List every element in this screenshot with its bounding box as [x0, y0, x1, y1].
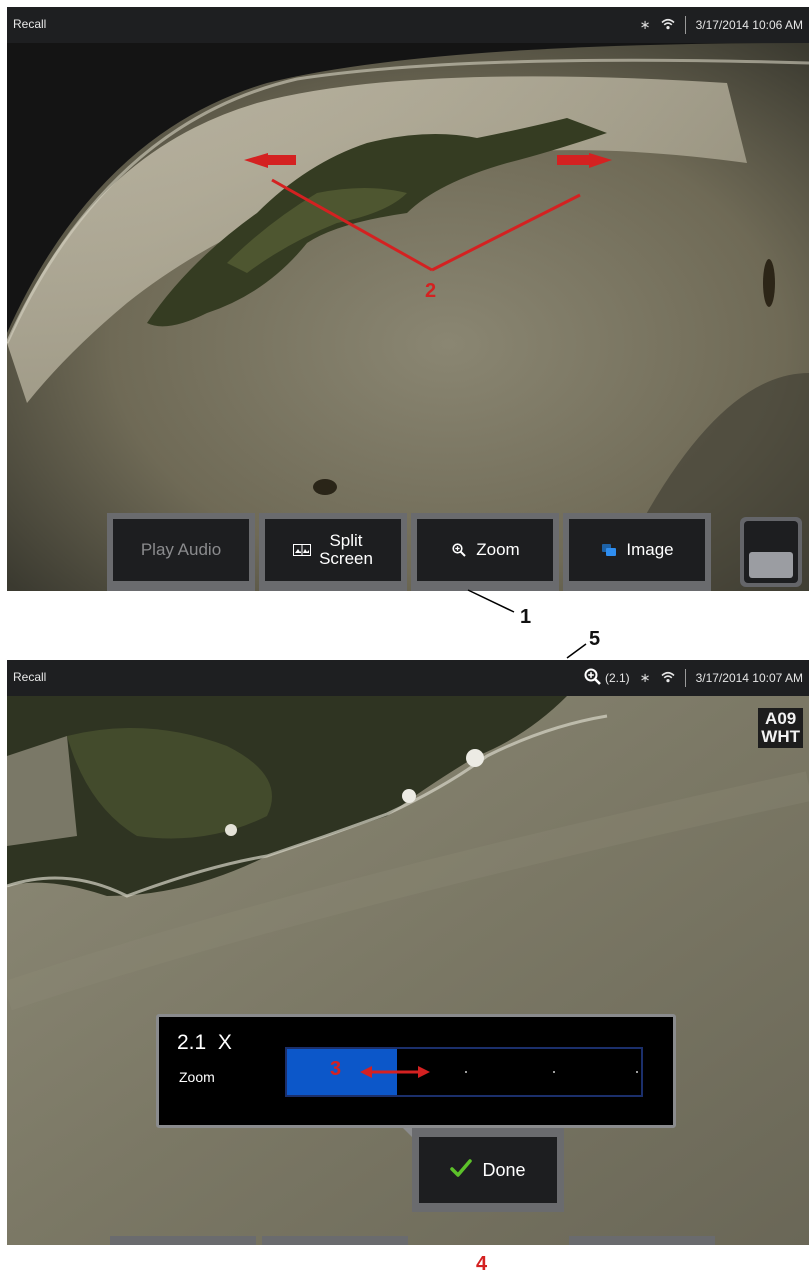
hidden-softkey: [569, 1236, 715, 1245]
toggle-button[interactable]: [740, 517, 802, 587]
checkmark-icon: [450, 1158, 473, 1182]
inspection-image: [7, 43, 809, 591]
zoom-button[interactable]: Zoom: [411, 513, 559, 591]
wifi-icon: [661, 18, 675, 33]
probe-tip-badge: A09 WHT: [758, 708, 803, 748]
mode-title: Recall: [13, 17, 47, 31]
image-button[interactable]: Image: [563, 513, 711, 591]
play-audio-button[interactable]: Play Audio: [107, 513, 255, 591]
zoom-indicator-icon: [584, 668, 601, 688]
zoom-control-panel: 2.1 X Zoom: [156, 1014, 676, 1128]
image-icon: [600, 543, 618, 557]
play-audio-label: Play Audio: [140, 540, 222, 559]
hidden-softkey: [110, 1236, 256, 1245]
image-label: Image: [626, 540, 674, 559]
split-screen-button[interactable]: Split Screen: [259, 513, 407, 591]
callout-5: 5: [589, 628, 601, 650]
callout-4: 4: [476, 1253, 488, 1275]
recall-screen-zoomed: Recall (2.1) ∗ 3/17/2014 10:07 AM A09 WH…: [7, 660, 809, 1245]
mode-title: Recall: [13, 670, 47, 684]
callout-1-leader: [467, 589, 515, 613]
status-indicators: ∗ 3/17/2014 10:06 AM: [640, 14, 803, 36]
zoom-label: Zoom: [476, 540, 520, 559]
zoomed-inspection-image: [7, 696, 809, 1245]
done-button[interactable]: Done: [412, 1128, 564, 1212]
zoom-icon: [450, 543, 468, 557]
datetime: 3/17/2014 10:06 AM: [695, 18, 803, 32]
zoom-label: Zoom: [179, 1069, 215, 1085]
callout-2: 2: [425, 280, 437, 302]
callout-3: 3: [330, 1058, 342, 1080]
zoom-level-indicator: (2.1): [604, 671, 630, 685]
status-separator: [684, 16, 686, 34]
status-bar: Recall ∗ 3/17/2014 10:06 AM: [7, 7, 809, 43]
bluetooth-icon: ∗: [639, 17, 651, 32]
hidden-softkey: [262, 1236, 408, 1245]
status-separator: [684, 669, 686, 687]
wifi-icon: [661, 671, 675, 686]
toggle-icon: [749, 552, 793, 578]
split-screen-label: Split Screen: [319, 531, 373, 568]
datetime: 3/17/2014 10:07 AM: [695, 671, 803, 685]
bluetooth-icon: ∗: [639, 670, 651, 685]
done-label: Done: [482, 1159, 526, 1180]
callout-1: 1: [520, 606, 532, 628]
status-indicators: (2.1) ∗ 3/17/2014 10:07 AM: [584, 667, 803, 689]
status-bar: Recall (2.1) ∗ 3/17/2014 10:07 AM: [7, 660, 809, 696]
callout-5-leader: [566, 643, 587, 659]
split-screen-icon: [293, 543, 312, 557]
recall-screen-overview: Recall ∗ 3/17/2014 10:06 AM Play Audio S…: [7, 7, 809, 591]
zoom-value: 2.1 X: [177, 1031, 232, 1054]
